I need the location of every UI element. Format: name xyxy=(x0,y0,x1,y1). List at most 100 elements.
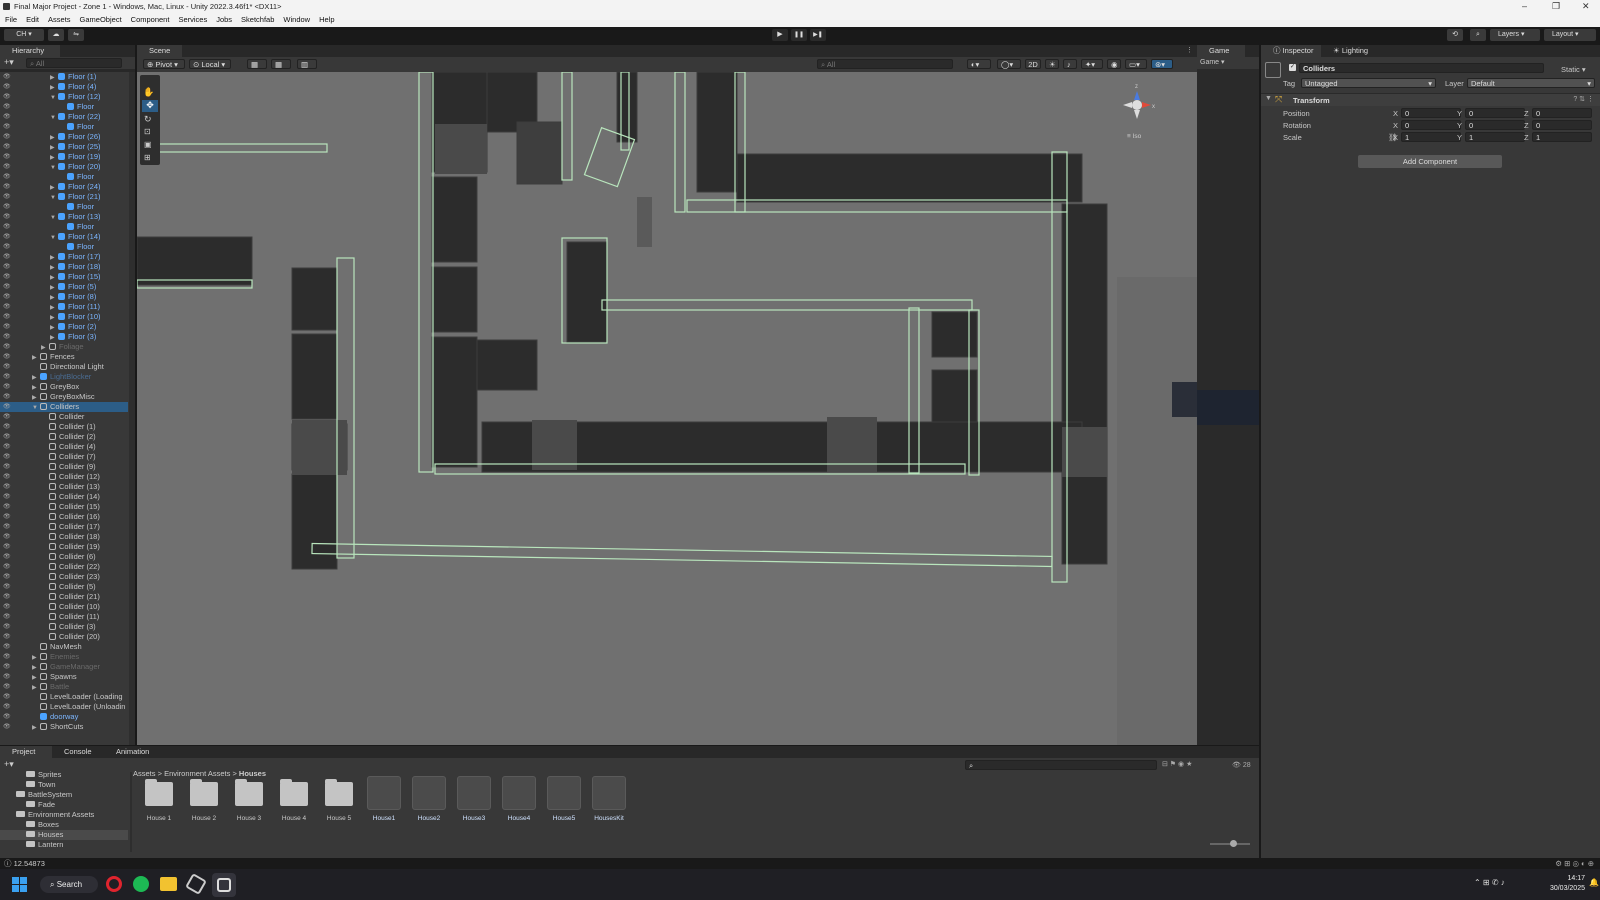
visibility-eye-icon[interactable]: 👁 xyxy=(3,532,11,542)
layout-dropdown[interactable]: Layout ▾ xyxy=(1544,29,1596,41)
menu-help[interactable]: Help xyxy=(319,13,334,27)
visibility-eye-icon[interactable]: 👁 xyxy=(3,102,11,112)
asset-folder[interactable]: House 2 xyxy=(185,776,223,822)
project-folder-item[interactable]: Sprites xyxy=(0,770,128,780)
tab-scene[interactable]: Scene xyxy=(137,45,182,57)
visibility-eye-icon[interactable]: 👁 xyxy=(3,202,11,212)
menu-sketchfab[interactable]: Sketchfab xyxy=(241,13,274,27)
foldout-arrow-icon[interactable]: ▶ xyxy=(32,353,40,362)
hierarchy-item[interactable]: 👁 ▼ Floor (13) xyxy=(0,212,128,222)
hierarchy-item[interactable]: 👁 Collider (11) xyxy=(0,612,128,622)
object-name-input[interactable]: Colliders xyxy=(1299,63,1544,73)
visibility-eye-icon[interactable]: 👁 xyxy=(3,552,11,562)
step-button[interactable]: ▶❚ xyxy=(810,29,826,41)
foldout-arrow-icon[interactable]: ▶ xyxy=(32,683,40,692)
project-folder-item[interactable]: Environment Assets xyxy=(0,810,128,820)
scale-tool-icon[interactable]: ⊡ xyxy=(144,127,151,136)
visibility-eye-icon[interactable]: 👁 xyxy=(3,652,11,662)
opera-icon[interactable] xyxy=(106,876,122,892)
hierarchy-item[interactable]: 👁 ▶ Fences xyxy=(0,352,128,362)
hierarchy-item[interactable]: 👁 LevelLoader (Unloadin xyxy=(0,702,128,712)
asset-folder[interactable]: House 1 xyxy=(140,776,178,822)
unity-hub-icon[interactable] xyxy=(185,873,207,895)
foldout-arrow-icon[interactable]: ▶ xyxy=(50,323,58,332)
component-menu-icon[interactable]: ? ⇅ ⋮ xyxy=(1573,95,1594,103)
hierarchy-item[interactable]: 👁 Collider (3) xyxy=(0,622,128,632)
foldout-arrow-icon[interactable]: ▼ xyxy=(32,403,40,412)
tag-dropdown[interactable]: Untagged ▾ xyxy=(1301,78,1436,88)
visibility-eye-icon[interactable]: 👁 xyxy=(3,342,11,352)
asset-prefab[interactable]: HousesKit xyxy=(590,776,628,822)
zoom-slider-handle[interactable] xyxy=(1230,840,1237,847)
hierarchy-search-input[interactable]: ⌕ All xyxy=(26,58,122,68)
visibility-eye-icon[interactable]: 👁 xyxy=(3,172,11,182)
hierarchy-item[interactable]: 👁 Collider (14) xyxy=(0,492,128,502)
hierarchy-item[interactable]: 👁 Collider (16) xyxy=(0,512,128,522)
scene-viewport[interactable]: x z ≡ Iso xyxy=(137,72,1197,745)
visibility-eye-icon[interactable]: 👁 xyxy=(3,512,11,522)
foldout-arrow-icon[interactable]: ▶ xyxy=(32,673,40,682)
asset-prefab[interactable]: House5 xyxy=(545,776,583,822)
visibility-eye-icon[interactable]: 👁 xyxy=(3,432,11,442)
hierarchy-item[interactable]: 👁 ▶ Spawns xyxy=(0,672,128,682)
hierarchy-item[interactable]: 👁 ▶ LightBlocker xyxy=(0,372,128,382)
tab-game[interactable]: Game xyxy=(1197,45,1245,57)
menu-edit[interactable]: Edit xyxy=(26,13,39,27)
hierarchy-item[interactable]: 👁 ▶ Floor (11) xyxy=(0,302,128,312)
hierarchy-item[interactable]: 👁 Collider (7) xyxy=(0,452,128,462)
collab-icon[interactable]: ⇋ xyxy=(68,29,84,41)
hierarchy-item[interactable]: 👁 ▼ Floor (21) xyxy=(0,192,128,202)
visibility-eye-icon[interactable]: 👁 xyxy=(3,382,11,392)
menu-jobs[interactable]: Jobs xyxy=(216,13,232,27)
visibility-eye-icon[interactable]: 👁 xyxy=(3,622,11,632)
transform-position-x-input[interactable]: 0 xyxy=(1401,108,1461,118)
hierarchy-item[interactable]: 👁 Collider (6) xyxy=(0,552,128,562)
visibility-eye-icon[interactable]: 👁 xyxy=(3,452,11,462)
project-folder-item[interactable]: Houses xyxy=(0,830,128,840)
hierarchy-scrollbar[interactable] xyxy=(129,72,135,745)
visibility-eye-icon[interactable]: 👁 xyxy=(3,462,11,472)
hierarchy-item[interactable]: 👁 Collider (5) xyxy=(0,582,128,592)
minimize-button[interactable]: – xyxy=(1522,0,1527,13)
hierarchy-item[interactable]: 👁 Collider (2) xyxy=(0,432,128,442)
hierarchy-item[interactable]: 👁 ▶ Floor (18) xyxy=(0,262,128,272)
hierarchy-item[interactable]: 👁 LevelLoader (Loading xyxy=(0,692,128,702)
move-tool-icon[interactable]: ✥ xyxy=(142,100,158,112)
toggle-grid-icon[interactable]: ▥ xyxy=(297,59,317,69)
visibility-eye-icon[interactable]: 👁 xyxy=(3,122,11,132)
transform-rotation-y-input[interactable]: 0 xyxy=(1465,120,1525,130)
foldout-arrow-icon[interactable]: ▼ xyxy=(50,113,58,122)
hierarchy-item[interactable]: 👁 Floor xyxy=(0,222,128,232)
menu-window[interactable]: Window xyxy=(283,13,310,27)
asset-prefab[interactable]: House4 xyxy=(500,776,538,822)
visibility-eye-icon[interactable]: 👁 xyxy=(3,712,11,722)
transform-scale-z-input[interactable]: 1 xyxy=(1532,132,1592,142)
hierarchy-item[interactable]: 👁 ▶ Floor (26) xyxy=(0,132,128,142)
status-icons[interactable]: ⚙ ⊞ ◎ ◐ ⊕ xyxy=(1555,858,1594,869)
pivot-dropdown[interactable]: ⊕ Pivot ▾ xyxy=(143,59,185,69)
hierarchy-item[interactable]: 👁 Floor xyxy=(0,242,128,252)
asset-prefab[interactable]: House1 xyxy=(365,776,403,822)
foldout-arrow-icon[interactable]: ▶ xyxy=(32,723,40,732)
search-icon[interactable]: ⌕ xyxy=(1470,29,1486,41)
visibility-eye-icon[interactable]: 👁 xyxy=(3,562,11,572)
visibility-eye-icon[interactable]: 👁 xyxy=(3,322,11,332)
hierarchy-item[interactable]: 👁 ▶ Floor (8) xyxy=(0,292,128,302)
visibility-eye-icon[interactable]: 👁 xyxy=(3,722,11,732)
hierarchy-item[interactable]: 👁 ▶ ShortCuts xyxy=(0,722,128,732)
game-display-dropdown[interactable]: Game ▾ xyxy=(1197,57,1259,69)
tray-icons[interactable]: ⌃ ⊞ ✆ ♪ xyxy=(1474,878,1505,887)
hierarchy-item[interactable]: 👁 doorway xyxy=(0,712,128,722)
scene-search-input[interactable]: ⌕ All xyxy=(817,59,953,69)
visibility-eye-icon[interactable]: 👁 xyxy=(3,232,11,242)
tab-animation[interactable]: Animation xyxy=(104,746,168,758)
toggle-2d-button[interactable]: 2D xyxy=(1025,59,1041,69)
gizmos-icon[interactable]: ⊛▾ xyxy=(1151,59,1173,69)
hierarchy-item[interactable]: 👁 ▶ GameManager xyxy=(0,662,128,672)
hierarchy-item[interactable]: 👁 ▶ Floor (2) xyxy=(0,322,128,332)
visibility-eye-icon[interactable]: 👁 xyxy=(3,302,11,312)
visibility-eye-icon[interactable]: 👁 xyxy=(3,662,11,672)
hierarchy-item[interactable]: 👁 Collider (4) xyxy=(0,442,128,452)
file-explorer-icon[interactable] xyxy=(160,877,177,891)
draw-mode-icon[interactable]: ◐▾ xyxy=(967,59,991,69)
